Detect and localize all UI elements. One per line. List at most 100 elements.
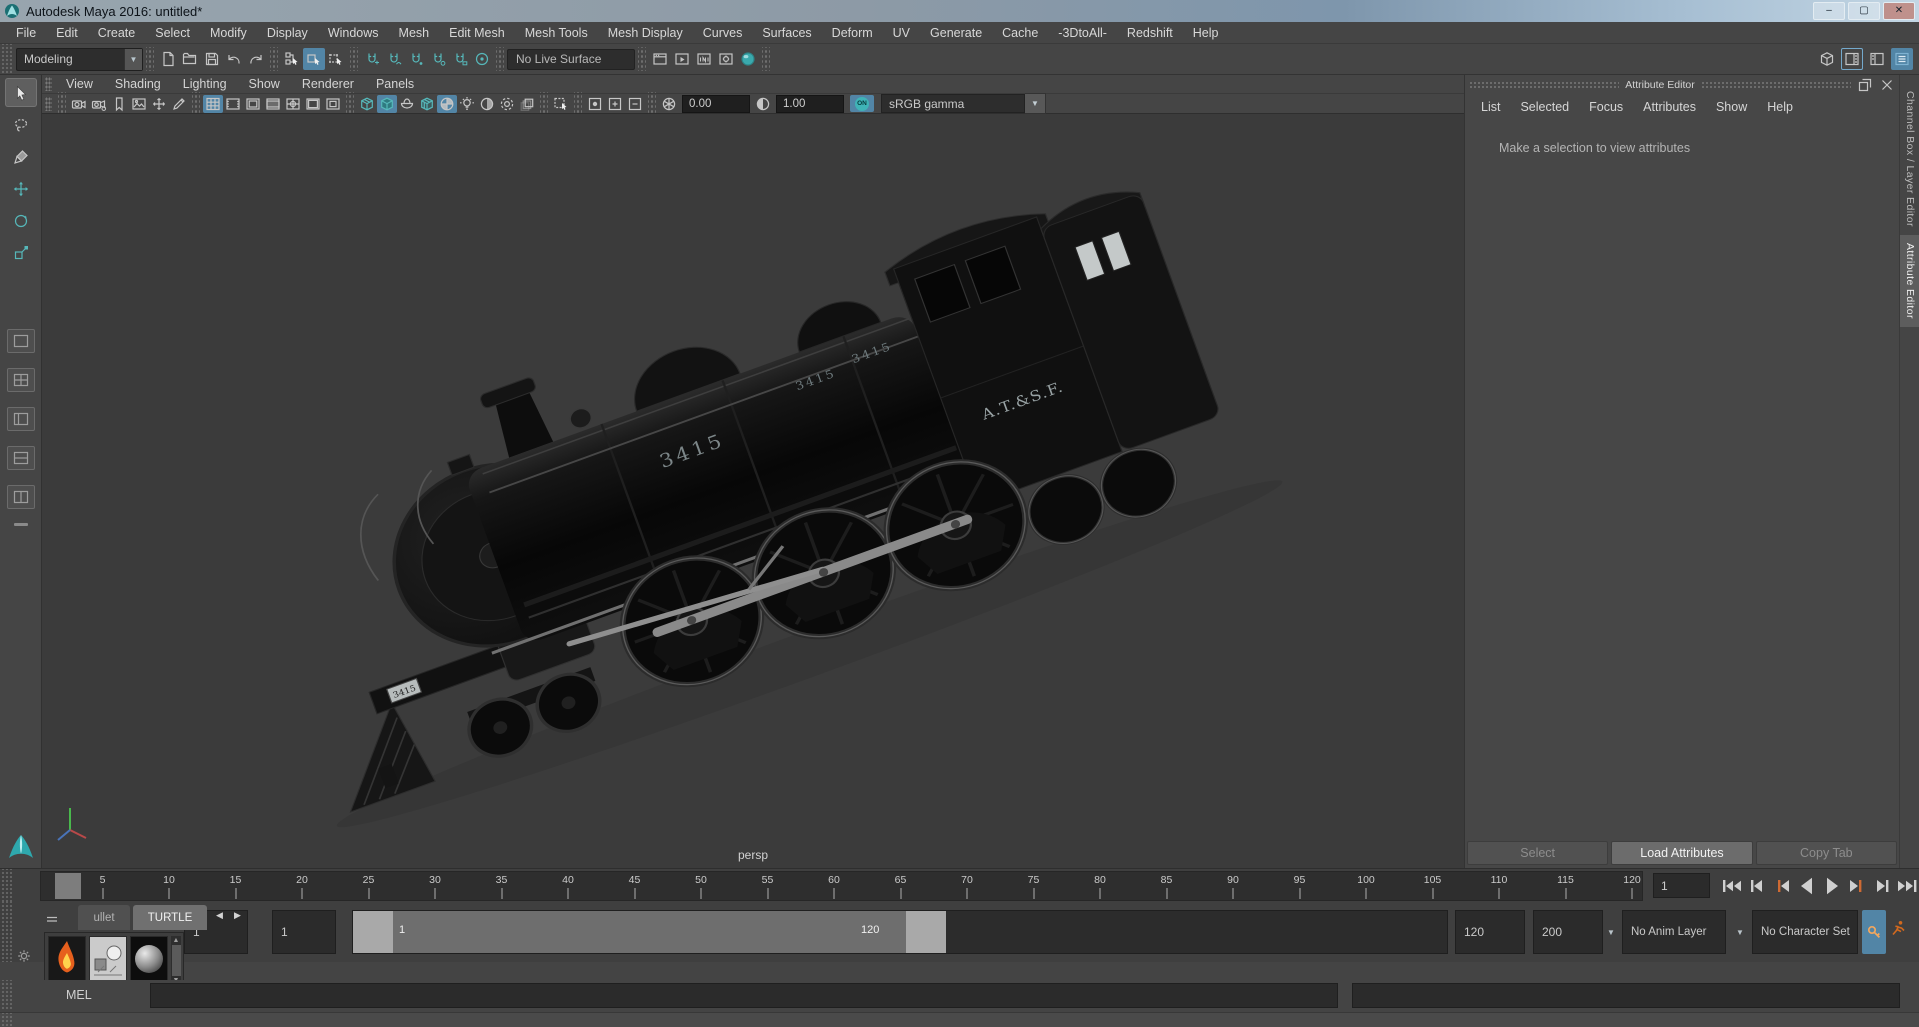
menu-mesh[interactable]: Mesh <box>389 26 440 40</box>
channel-box-toggle-icon[interactable] <box>1891 48 1913 70</box>
menu-create[interactable]: Create <box>88 26 146 40</box>
menu-cache[interactable]: Cache <box>992 26 1048 40</box>
workspace-icon[interactable] <box>1816 48 1838 70</box>
gamma-toggle[interactable]: ON <box>850 95 874 112</box>
attribute-editor-toggle-icon[interactable] <box>1841 48 1863 70</box>
render-settings-icon[interactable] <box>715 48 737 70</box>
field-chart-icon[interactable] <box>283 95 303 113</box>
range-row-grip[interactable] <box>0 902 12 962</box>
range-fill[interactable] <box>353 911 946 953</box>
copy-tab-button[interactable]: Copy Tab <box>1755 841 1897 865</box>
snap-to-projected-center-icon[interactable] <box>427 48 449 70</box>
shelf-next-arrow-icon[interactable]: ▶ <box>234 910 241 921</box>
contrast-icon[interactable] <box>753 95 773 113</box>
attribute-editor-header[interactable]: Attribute Editor <box>1465 75 1899 95</box>
separator[interactable] <box>192 91 200 116</box>
chevron-down-icon[interactable]: ▼ <box>1607 928 1615 937</box>
menu-select[interactable]: Select <box>145 26 200 40</box>
motion-blur-icon[interactable] <box>517 95 537 113</box>
step-back-key-button[interactable] <box>1770 873 1794 899</box>
float-window-icon[interactable] <box>1857 77 1873 93</box>
use-default-material-icon[interactable] <box>397 95 417 113</box>
shelf-tab-turtle[interactable]: TURTLE <box>133 905 207 930</box>
move-tool[interactable] <box>5 174 37 203</box>
shelf-prev-arrow-icon[interactable]: ◀ <box>216 910 223 921</box>
select-by-component-icon[interactable] <box>325 48 347 70</box>
command-line-input[interactable] <box>149 982 1338 1008</box>
menu-surfaces[interactable]: Surfaces <box>752 26 821 40</box>
viewbar-grip[interactable] <box>45 96 52 111</box>
render-launch-icon[interactable] <box>737 48 759 70</box>
safe-title-icon[interactable] <box>323 95 343 113</box>
menu-edit[interactable]: Edit <box>46 26 88 40</box>
playback-end-field[interactable]: 120 <box>1455 910 1525 954</box>
separator[interactable] <box>346 91 354 116</box>
menu-redshift[interactable]: Redshift <box>1117 26 1183 40</box>
shaded-icon[interactable] <box>377 94 397 113</box>
open-scene-icon[interactable] <box>179 48 201 70</box>
select-button[interactable]: Select <box>1467 841 1609 865</box>
lights-icon[interactable] <box>457 95 477 113</box>
command-line-grip[interactable] <box>0 980 12 1010</box>
select-by-hierarchy-icon[interactable] <box>281 48 303 70</box>
make-live-icon[interactable] <box>471 48 493 70</box>
menu-generate[interactable]: Generate <box>920 26 992 40</box>
layout-split-horizontal[interactable] <box>6 446 35 470</box>
ae-menu-selected[interactable]: Selected <box>1510 100 1579 114</box>
separator[interactable] <box>762 47 770 71</box>
menu-mesh-tools[interactable]: Mesh Tools <box>515 26 598 40</box>
layout-single-pane[interactable] <box>6 329 35 353</box>
gamma-dropdown[interactable]: sRGB gamma ▼ <box>881 93 1046 114</box>
auto-keyframe-toggle[interactable] <box>1862 910 1886 954</box>
layout-persp-outliner[interactable] <box>6 407 35 431</box>
layout-four-pane[interactable] <box>6 368 35 392</box>
separator[interactable] <box>270 47 278 71</box>
current-frame-field[interactable]: 1 <box>1653 873 1710 898</box>
drag-handle[interactable] <box>1469 81 1620 89</box>
drag-handle[interactable] <box>1700 81 1852 89</box>
resolution-gate-icon[interactable] <box>243 95 263 113</box>
wireframe-icon[interactable] <box>357 95 377 113</box>
go-to-end-button[interactable] <box>1895 873 1919 899</box>
isolate-add-icon[interactable] <box>605 95 625 113</box>
separator[interactable] <box>496 47 504 71</box>
animation-end-field[interactable]: 200 <box>1533 910 1603 954</box>
save-scene-icon[interactable] <box>201 48 223 70</box>
character-set-dropdown[interactable]: No Character Set <box>1752 910 1858 954</box>
exposure-icon[interactable] <box>659 95 679 113</box>
pan-zoom-icon[interactable] <box>149 95 169 113</box>
menu-curves[interactable]: Curves <box>693 26 753 40</box>
shadows-icon[interactable] <box>477 95 497 113</box>
menu-mesh-display[interactable]: Mesh Display <box>598 26 693 40</box>
range-slider[interactable]: 1 120 <box>352 910 1448 954</box>
panel-menu-shading[interactable]: Shading <box>104 77 172 91</box>
select-tool[interactable] <box>4 78 37 107</box>
menu-file[interactable]: File <box>6 26 46 40</box>
layout-split-vertical[interactable] <box>6 485 35 509</box>
snap-to-grid-icon[interactable] <box>361 48 383 70</box>
ae-menu-attributes[interactable]: Attributes <box>1633 100 1706 114</box>
wireframe-on-shaded-icon[interactable] <box>417 95 437 113</box>
gear-icon[interactable] <box>16 948 32 964</box>
ipr-render-icon[interactable] <box>693 48 715 70</box>
separator[interactable] <box>574 91 582 116</box>
locomotive-model[interactable]: 3415 3415 3415 3415 A.T.&S.F. <box>42 114 1464 868</box>
playback-start-field[interactable]: 1 <box>272 910 336 954</box>
shelf-scrollbar[interactable]: ▲▼ <box>171 936 181 985</box>
live-surface-field[interactable]: No Live Surface <box>507 48 635 70</box>
side-tab-channel-box-layer-editor[interactable]: Channel Box / Layer Editor <box>1900 83 1919 235</box>
load-attributes-button[interactable]: Load Attributes <box>1611 841 1753 865</box>
select-by-object-icon[interactable] <box>303 48 325 70</box>
ae-menu-show[interactable]: Show <box>1706 100 1757 114</box>
panel-menu-renderer[interactable]: Renderer <box>291 77 365 91</box>
command-line-mode[interactable]: MEL <box>66 988 92 1002</box>
ae-menu-focus[interactable]: Focus <box>1579 100 1633 114</box>
menuset-dropdown[interactable]: Modeling ▼ <box>16 47 143 71</box>
undo-icon[interactable] <box>223 48 245 70</box>
scroll-thumb[interactable] <box>171 945 181 976</box>
snap-to-point-icon[interactable] <box>405 48 427 70</box>
menu-deform[interactable]: Deform <box>822 26 883 40</box>
current-frame-marker[interactable] <box>55 872 81 899</box>
chevron-down-icon[interactable]: ▼ <box>1736 928 1744 937</box>
panelmenu-grip[interactable] <box>45 77 52 91</box>
